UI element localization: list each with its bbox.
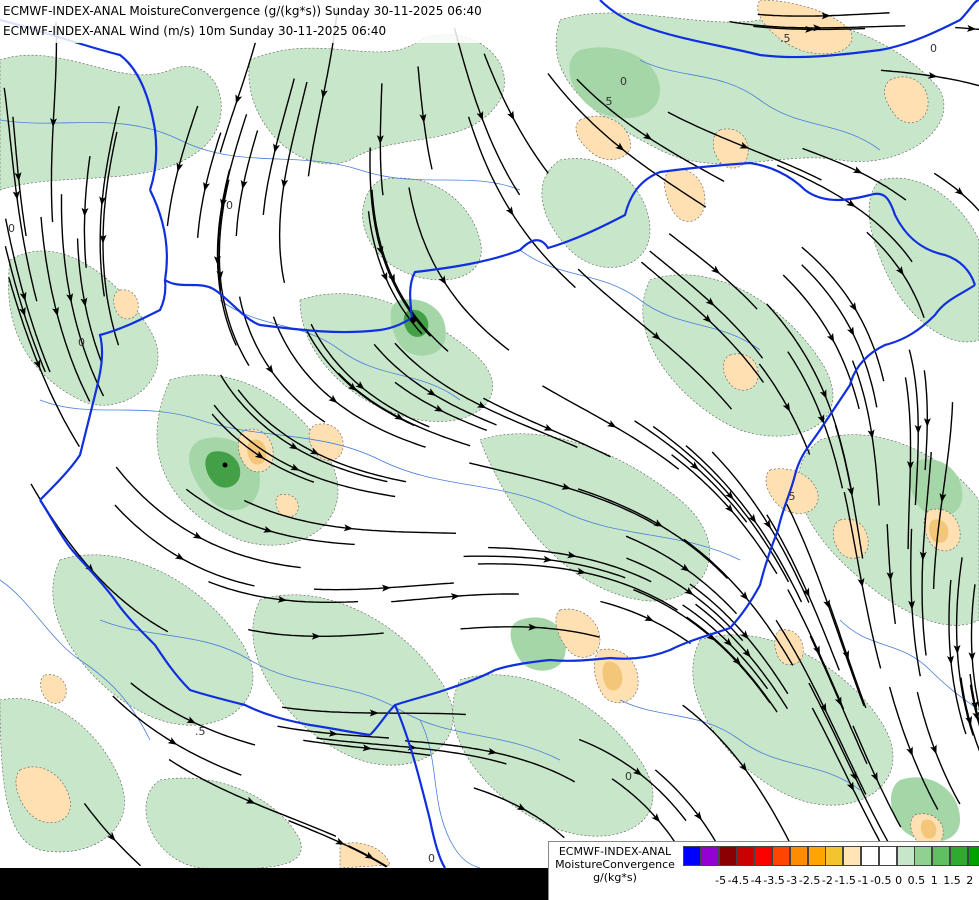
legend-label: -3 — [786, 874, 798, 887]
title-line-wind: ECMWF-INDEX-ANAL Wind (m/s) 10m Sunday 3… — [3, 24, 387, 38]
contour-label: 0 — [78, 336, 85, 349]
legend-label: 0.5 — [907, 874, 926, 887]
contour-label: .5 — [785, 490, 796, 503]
legend-label: -2 — [821, 874, 833, 887]
legend-label: -3.5 — [763, 874, 785, 887]
map-canvas: 0 0 0 0 0 .5 .5 .5 .5 0 0 — [0, 0, 979, 900]
legend-swatch — [683, 846, 701, 866]
legend-swatch — [896, 846, 915, 866]
legend-label: -1.5 — [834, 874, 856, 887]
legend-swatch — [878, 846, 897, 866]
bottom-black-band — [0, 868, 548, 900]
contour-label: 0 — [226, 199, 233, 212]
legend-label: -4 — [750, 874, 762, 887]
legend-swatch — [789, 846, 808, 866]
legend-label: -5 — [715, 874, 727, 887]
legend-labels: -5 -4.5 -4 -3.5 -3 -2.5 -2 -1.5 -1 -0.5 0 0.5 1 1.5 2 — [683, 874, 979, 888]
legend-swatch — [736, 846, 755, 866]
contour-label: 0 — [428, 852, 435, 865]
legend-swatch — [843, 846, 862, 866]
legend-label: -0.5 — [870, 874, 892, 887]
map-titles: ECMWF-INDEX-ANAL MoistureConvergence (g/… — [0, 0, 486, 43]
legend-title-model: ECMWF-INDEX-ANAL — [558, 845, 672, 858]
legend-label: 0 — [895, 874, 903, 887]
legend-label: -2.5 — [798, 874, 821, 887]
location-marker — [410, 317, 416, 323]
legend-label: -4.5 — [727, 874, 750, 887]
legend-swatch — [914, 846, 933, 866]
contour-label: 0 — [8, 222, 15, 235]
legend-swatch — [754, 846, 773, 866]
legend-swatch — [950, 846, 968, 866]
legend-swatch — [825, 846, 844, 866]
legend-label: 2 — [966, 874, 974, 887]
legend-label: 1 — [930, 874, 938, 887]
contour-label: .5 — [780, 32, 791, 45]
legend-label: 1.5 — [943, 874, 961, 887]
legend-title-unit: g/(kg*s) — [593, 871, 637, 884]
legend-title: ECMWF-INDEX-ANAL MoistureConvergence g/(… — [551, 845, 679, 884]
legend-swatch — [700, 846, 719, 866]
weather-map: 0 0 0 0 0 .5 .5 .5 .5 0 0 — [0, 0, 979, 900]
contour-label: .5 — [602, 95, 613, 108]
contour-label: 0 — [620, 75, 627, 88]
contour-label: 0 — [625, 770, 632, 783]
contour-label: 0 — [930, 42, 937, 55]
legend-swatch — [807, 846, 826, 866]
contour-label: .5 — [195, 725, 206, 738]
legend-swatch — [772, 846, 790, 866]
location-marker — [222, 462, 228, 468]
legend-swatch — [861, 846, 879, 866]
legend-title-variable: MoistureConvergence — [555, 858, 675, 871]
title-line-convergence: ECMWF-INDEX-ANAL MoistureConvergence (g/… — [3, 4, 482, 18]
color-legend: ECMWF-INDEX-ANAL MoistureConvergence g/(… — [548, 841, 979, 900]
legend-swatch — [967, 846, 979, 866]
legend-swatch — [932, 846, 951, 866]
legend-label: -1 — [857, 874, 869, 887]
legend-swatch — [718, 846, 737, 866]
